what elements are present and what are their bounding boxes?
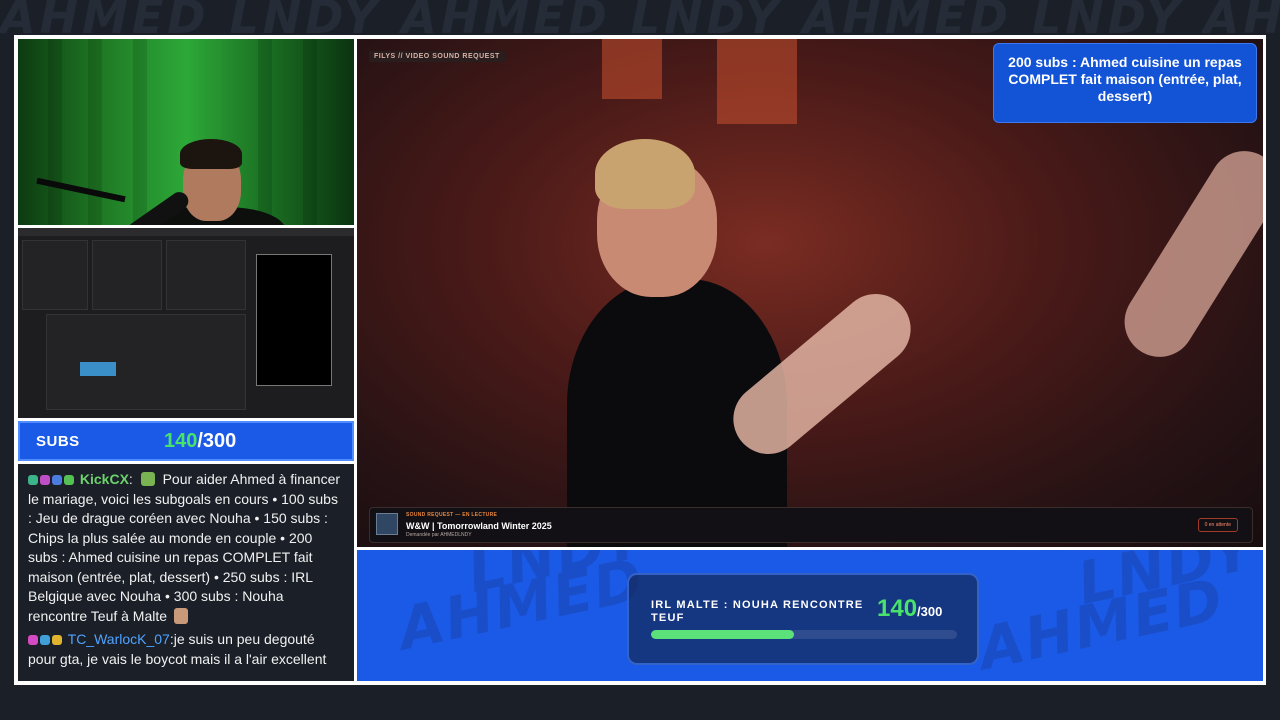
- video-window-light: [717, 39, 797, 124]
- chat-username[interactable]: TC_WarlocK_07: [68, 631, 170, 647]
- editor-media-panel: [92, 240, 162, 310]
- song-kicker: SOUND REQUEST — EN LECTURE: [406, 512, 498, 518]
- editor-menubar: [18, 228, 354, 236]
- badge-icon: [52, 475, 62, 485]
- editor-clip: [80, 362, 116, 376]
- song-requested-by: Demandée par AHMEDLNDY: [406, 532, 472, 538]
- goal-banner: AHMED LNDY AHMED LNDY IRL MALTE : NOUHA …: [357, 550, 1263, 681]
- chat-colon: :: [128, 471, 133, 487]
- goal-current: 140: [877, 595, 918, 622]
- song-title: W&W | Tomorrowland Winter 2025: [406, 521, 552, 531]
- sound-request-bar: SOUND REQUEST — EN LECTURE W&W | Tomorro…: [369, 507, 1253, 543]
- subs-label: SUBS: [36, 432, 80, 450]
- badge-icon: [52, 635, 62, 645]
- badge-icon: [28, 635, 38, 645]
- goal-progress-fill: [651, 630, 794, 639]
- editor-project-panel: [22, 240, 88, 310]
- video-performer-hair: [595, 139, 695, 209]
- webcam-feed: [18, 39, 354, 225]
- badge-icon: [40, 475, 50, 485]
- emote-icon: [173, 607, 188, 624]
- editor-timeline: [46, 314, 246, 410]
- badge-icon: [64, 475, 74, 485]
- main-video: FILYS // VIDEO SOUND REQUEST 200 subs : …: [357, 39, 1263, 547]
- subs-total: /300: [197, 429, 237, 452]
- goal-progress-track: [651, 630, 957, 639]
- subs-counter: SUBS 140/300: [18, 421, 354, 461]
- goal-card: IRL MALTE : NOUHA RENCONTRE TEUF 140/300: [627, 573, 979, 665]
- subgoal-popup: 200 subs : Ahmed cuisine un repas COMPLE…: [993, 43, 1257, 123]
- song-thumbnail: [376, 513, 398, 535]
- badge-icon: [28, 475, 38, 485]
- subs-count: 140/300: [164, 430, 236, 453]
- goal-total: /300: [917, 604, 943, 619]
- editor-preview-monitor: [256, 254, 332, 386]
- video-window-light: [602, 39, 662, 99]
- goal-count: 140/300: [877, 595, 942, 623]
- song-queue-status: 0 en attente: [1197, 518, 1238, 532]
- emote-icon: [140, 472, 155, 486]
- chat-username[interactable]: KickCX: [80, 471, 129, 487]
- video-performer-arm-raised: [1111, 137, 1263, 371]
- editor-effects-panel: [166, 240, 246, 310]
- video-source-tag: FILYS // VIDEO SOUND REQUEST: [369, 51, 505, 62]
- chat-message: KickCX: Pour aider Ahmed à financer le m…: [28, 470, 344, 626]
- video-editor-capture: [18, 228, 354, 418]
- badge-icon: [40, 635, 50, 645]
- subs-current: 140: [164, 429, 198, 452]
- streamer-hair: [180, 139, 242, 169]
- chat-message: TC_WarlocK_07:je suis un peu degouté pou…: [28, 630, 344, 669]
- goal-label: IRL MALTE : NOUHA RENCONTRE TEUF: [651, 599, 864, 624]
- chat-panel: KickCX: Pour aider Ahmed à financer le m…: [18, 464, 354, 681]
- chat-text: Pour aider Ahmed à financer le mariage, …: [28, 471, 341, 624]
